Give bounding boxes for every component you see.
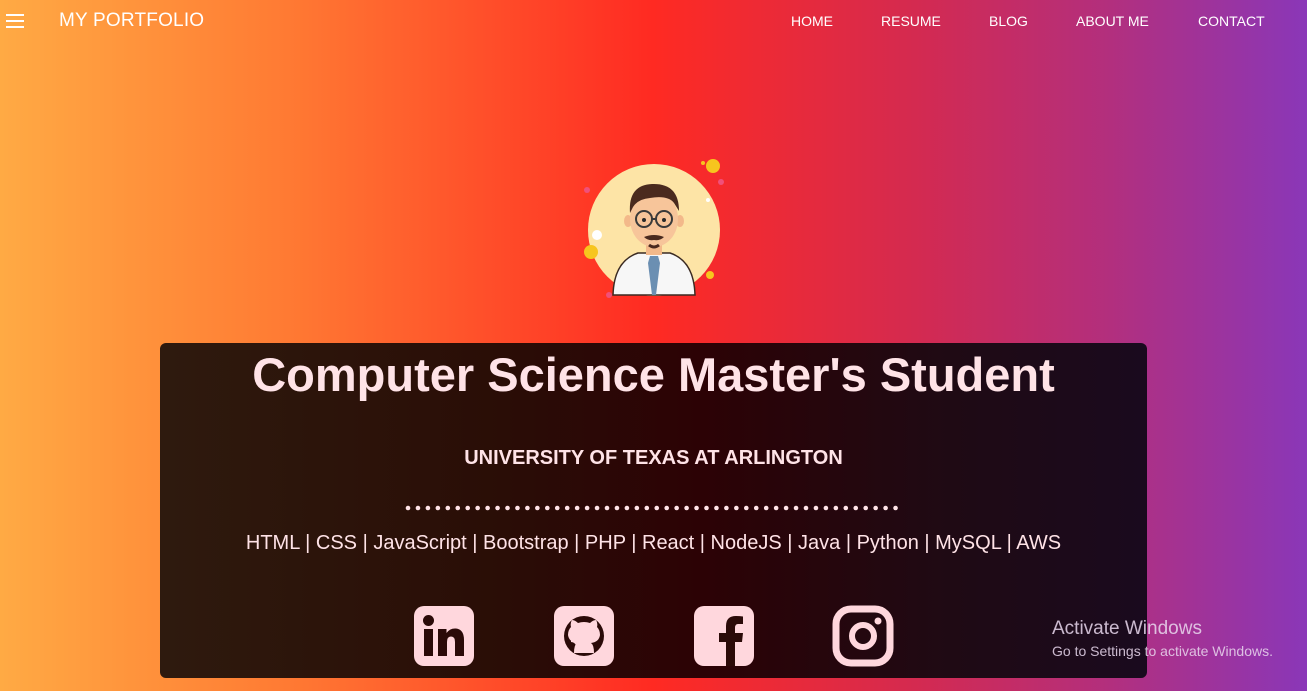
hero-title: Computer Science Master's Student xyxy=(252,348,1055,401)
nav-home[interactable]: HOME xyxy=(791,13,833,29)
divider-dot xyxy=(803,505,809,511)
divider-dot xyxy=(753,505,759,511)
divider-dot xyxy=(654,505,660,511)
divider-dot xyxy=(863,505,868,511)
divider-dot xyxy=(694,505,699,511)
divider-dot xyxy=(724,505,729,511)
hero-card: Computer Science Master's Student UNIVER… xyxy=(160,343,1147,678)
divider-dot xyxy=(893,505,898,511)
avatar xyxy=(584,159,724,298)
divider-dot xyxy=(525,505,530,511)
watermark-subtitle: Go to Settings to activate Windows. xyxy=(1052,643,1273,659)
divider-dot xyxy=(515,505,520,511)
nav-blog[interactable]: BLOG xyxy=(989,13,1028,29)
divider-dot xyxy=(614,505,620,511)
divider-dot xyxy=(554,505,560,511)
skills-list: HTML | CSS | JavaScript | Bootstrap | PH… xyxy=(245,532,1062,554)
divider-dot xyxy=(435,505,441,511)
brand-title[interactable]: MY PORTFOLIO xyxy=(59,10,204,32)
divider-dot xyxy=(574,505,580,511)
divider-dot xyxy=(883,505,888,511)
divider-dot xyxy=(644,505,650,511)
divider-dot xyxy=(744,505,749,511)
divider-dot xyxy=(634,505,640,511)
divider-dot xyxy=(475,505,480,511)
divider-dot xyxy=(704,505,709,511)
divider-dot xyxy=(843,505,849,511)
divider-dot xyxy=(783,505,789,511)
divider-dot xyxy=(415,505,421,511)
nav-contact[interactable]: CONTACT xyxy=(1198,13,1265,29)
divider-dot xyxy=(405,505,411,511)
university-name: UNIVERSITY OF TEXAS AT ARLINGTON xyxy=(464,447,843,469)
divider-dot xyxy=(545,505,550,511)
divider-dot xyxy=(624,505,630,511)
divider-dot xyxy=(584,505,590,511)
nav-about-me[interactable]: ABOUT ME xyxy=(1076,13,1149,29)
navbar: MY PORTFOLIO HOME RESUME BLOG ABOUT ME C… xyxy=(0,0,1307,42)
divider-dot xyxy=(465,505,470,511)
divider-dot xyxy=(853,505,859,511)
divider-dot xyxy=(445,505,451,511)
divider-dot xyxy=(604,505,610,511)
divider-dot xyxy=(564,505,570,511)
github-icon[interactable] xyxy=(553,605,615,667)
divider-dot xyxy=(873,505,878,511)
divider-dot xyxy=(793,505,799,511)
dotted-divider xyxy=(405,505,898,511)
divider-dot xyxy=(734,505,739,511)
divider-dot xyxy=(674,505,679,511)
divider-dot xyxy=(823,505,829,511)
divider-dot xyxy=(535,505,540,511)
divider-dot xyxy=(425,505,431,511)
divider-dot xyxy=(594,505,600,511)
divider-dot xyxy=(714,505,719,511)
divider-dot xyxy=(763,505,769,511)
watermark-title: Activate Windows xyxy=(1052,618,1202,639)
hamburger-menu-icon[interactable] xyxy=(6,14,24,28)
divider-dot xyxy=(773,505,779,511)
divider-dot xyxy=(455,505,461,511)
instagram-icon[interactable] xyxy=(832,605,894,667)
divider-dot xyxy=(664,505,669,511)
divider-dot xyxy=(833,505,839,511)
linkedin-icon[interactable] xyxy=(413,605,475,667)
nav-resume[interactable]: RESUME xyxy=(881,13,941,29)
divider-dot xyxy=(813,505,819,511)
divider-dot xyxy=(684,505,689,511)
divider-dot xyxy=(485,505,490,511)
divider-dot xyxy=(505,505,510,511)
divider-dot xyxy=(495,505,500,511)
activate-windows-watermark: Activate Windows Go to Settings to activ… xyxy=(1052,618,1273,659)
facebook-icon[interactable] xyxy=(693,605,755,667)
